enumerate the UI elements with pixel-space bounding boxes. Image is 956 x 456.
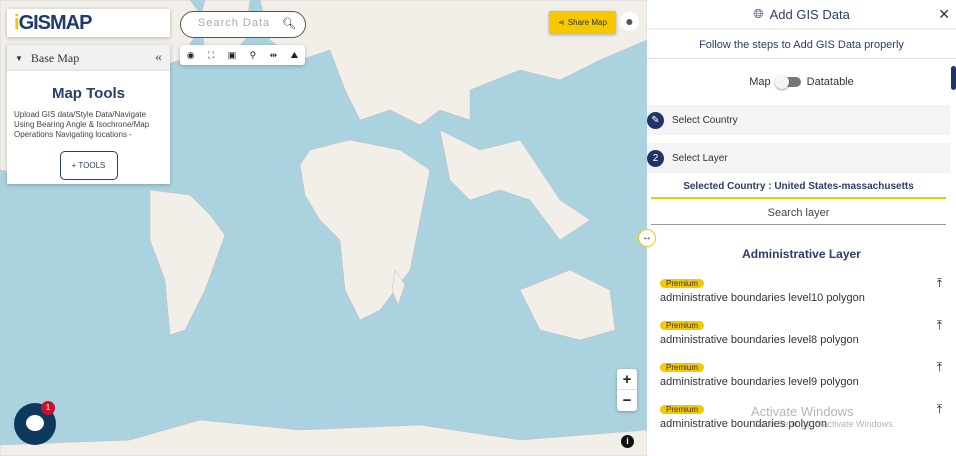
premium-badge: Premium [660,405,705,414]
base-map-label: Base Map [30,50,80,65]
upload-icon[interactable]: ⤒ [937,402,942,417]
globe-icon: 🌐︎ [753,6,764,21]
upload-icon[interactable]: ⤒ [937,360,942,375]
search-input[interactable]: Search Data 🔍︎ [180,11,306,38]
scrollbar[interactable] [951,66,956,90]
zoom-search-icon[interactable]: ⚲ [250,50,257,61]
step-number: 2 [647,149,664,167]
print-icon[interactable]: ▣ [228,50,237,61]
toggle-map-label: Map [749,76,771,88]
map-tools-card: Map Tools Upload GIS data/Style Data/Nav… [7,71,170,184]
close-icon[interactable]: ✕ [938,6,950,23]
step-label: Select Layer [672,152,728,164]
panel-title: Add GIS Data [769,6,850,22]
layer-name: administrative boundaries level8 polygon [660,334,859,346]
share-label: Share Map [567,18,607,27]
map-tools-title: Map Tools [51,85,126,102]
search-icon[interactable]: 🔍︎ [282,17,297,30]
chat-badge: 1 [41,401,55,415]
tools-button[interactable]: + TOOLS [59,151,118,180]
layer-item[interactable]: Premium administrative boundaries level9 … [647,357,956,399]
panel-header: 🌐︎ Add GIS Data ✕ [647,0,956,30]
layer-name: administrative boundaries level9 polygon [660,376,859,388]
section-title: Administrative Layer [742,247,861,261]
add-gis-data-panel: 🌐︎ Add GIS Data ✕ Follow the steps to Add … [647,0,956,456]
search-placeholder: Search Data [198,17,271,29]
focus-icon[interactable]: ⛶ [208,50,214,61]
windows-watermark: Activate Windows Go to Settings to activa… [751,404,895,429]
caret-down-icon: ▼ [15,53,23,63]
step-select-country[interactable]: ✎ Select Country [647,105,950,135]
map-tools-description: Upload GIS data/Style Data/Navigate Usin… [14,110,150,139]
upload-icon[interactable]: ⤒ [937,276,942,291]
share-icon: ⋖ [558,18,565,27]
selected-country: Selected Country : United States-massach… [651,181,946,199]
locate-icon[interactable]: ◉ [187,50,195,61]
view-toggle: Map Datatable [647,59,956,105]
info-icon[interactable]: i [621,435,634,448]
step-select-layer[interactable]: 2 Select Layer [647,143,950,173]
premium-badge: Premium [660,363,705,372]
step-label: Select Country [672,114,738,126]
share-map-button[interactable]: ⋖ Share Map [549,11,616,34]
watermark-title: Activate Windows [751,404,854,419]
resize-handle[interactable]: ↔ [638,229,656,247]
toggle-datatable-label: Datatable [806,76,854,88]
search-layer-input[interactable]: Search layer [651,207,946,225]
map-datatable-switch[interactable] [774,75,801,89]
panel-subtitle: Follow the steps to Add GIS Data properl… [647,30,956,59]
edit-icon: ✎ [647,111,664,129]
igismap-logo[interactable]: iGISMAP [7,9,170,37]
zoom-control: + − [617,369,637,411]
collapse-icon[interactable]: « [155,50,162,66]
premium-badge: Premium [660,279,705,288]
upload-icon[interactable]: ⤒ [937,318,942,333]
layer-item[interactable]: Premium administrative boundaries level10… [647,273,956,315]
measure-icon[interactable]: ⇹ [270,50,278,61]
layer-item[interactable]: Premium administrative boundaries level8 … [647,315,956,357]
zoom-in-button[interactable]: + [617,369,637,390]
map-toolbar: ◉ ⛶ ▣ ⚲ ⇹ ⛰ [180,45,305,65]
chat-icon [26,415,44,431]
zoom-out-button[interactable]: − [617,390,637,411]
layer-name: administrative boundaries level10 polygo… [660,292,865,304]
watermark-sub: Go to Settings to activate Windows. [753,419,896,429]
layers-icon[interactable]: ⛰ [291,50,299,61]
logo-text: GISMAP [18,12,93,34]
premium-badge: Premium [660,321,705,330]
base-map-toggle[interactable]: ▼ Base Map « [7,45,170,71]
chat-button[interactable]: 1 [14,401,56,445]
user-avatar-icon[interactable]: ● [620,12,639,31]
